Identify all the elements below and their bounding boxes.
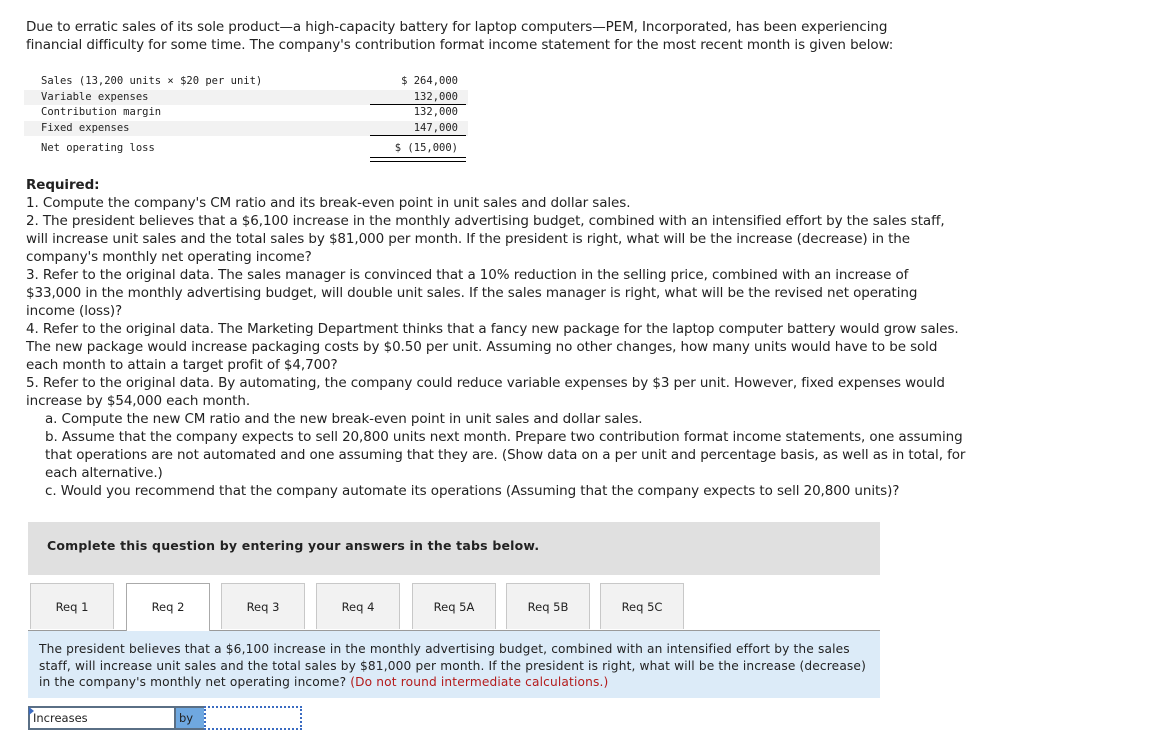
statement-row-contribution-margin: Contribution margin 132,000 xyxy=(24,105,468,121)
tab-req-2[interactable]: Req 2 xyxy=(126,583,210,631)
instructions-text: Complete this question by entering your … xyxy=(47,538,540,553)
question-panel: The president believes that a $6,100 inc… xyxy=(28,630,880,698)
tab-req-4[interactable]: Req 4 xyxy=(316,583,400,629)
statement-row-variable-expenses: Variable expenses 132,000 xyxy=(24,89,468,105)
direction-value: Increases xyxy=(33,711,88,725)
income-statement: Sales (13,200 units × $20 per unit) $ 26… xyxy=(24,74,468,162)
required-item-5: 5. Refer to the original data. By automa… xyxy=(26,375,945,409)
tab-req-5a[interactable]: Req 5A xyxy=(412,583,496,629)
required-item-2: 2. The president believes that a $6,100 … xyxy=(26,213,945,265)
question-text: The president believes that a $6,100 inc… xyxy=(39,641,874,691)
problem-intro: Due to erratic sales of its sole product… xyxy=(26,19,894,53)
required-item-1: 1. Compute the company's CM ratio and it… xyxy=(26,195,631,211)
tab-req-5c[interactable]: Req 5C xyxy=(600,583,684,629)
row-label: Contribution margin xyxy=(41,106,162,118)
statement-row-sales: Sales (13,200 units × $20 per unit) $ 26… xyxy=(24,74,468,90)
total-double-rule xyxy=(370,157,466,162)
required-title: Required: xyxy=(26,177,100,193)
row-label: Variable expenses xyxy=(41,90,149,103)
dropdown-indicator-icon xyxy=(29,707,34,715)
amount-input[interactable] xyxy=(204,706,302,730)
row-amount: $ (15,000) xyxy=(394,142,458,154)
required-item-3: 3. Refer to the original data. The sales… xyxy=(26,267,918,319)
row-amount: 147,000 xyxy=(413,121,458,134)
tab-req-1[interactable]: Req 1 xyxy=(30,583,114,629)
required-item-5b: b. Assume that the company expects to se… xyxy=(45,429,966,481)
row-label: Sales (13,200 units × $20 per unit) xyxy=(41,75,263,87)
row-label: Fixed expenses xyxy=(41,121,130,134)
row-amount: 132,000 xyxy=(413,90,458,103)
tab-req-3[interactable]: Req 3 xyxy=(221,583,305,629)
tab-req-5b[interactable]: Req 5B xyxy=(506,583,590,629)
statement-row-net-operating-loss: Net operating loss $ (15,000) xyxy=(24,138,468,162)
required-item-5c: c. Would you recommend that the company … xyxy=(45,483,900,499)
direction-dropdown[interactable]: Increases xyxy=(28,706,176,730)
rounding-note: (Do not round intermediate calculations.… xyxy=(350,675,609,689)
required-item-4: 4. Refer to the original data. The Marke… xyxy=(26,321,959,373)
required-section: Required: 1. Compute the company's CM ra… xyxy=(26,176,966,500)
subtotal-rule xyxy=(370,135,466,136)
by-label: by xyxy=(176,706,204,730)
row-label: Net operating loss xyxy=(41,142,155,154)
row-amount: $ 264,000 xyxy=(401,75,458,87)
statement-row-fixed-expenses: Fixed expenses 147,000 xyxy=(24,120,468,136)
required-item-5a: a. Compute the new CM ratio and the new … xyxy=(45,411,643,427)
instructions-banner: Complete this question by entering your … xyxy=(28,522,880,575)
row-amount: 132,000 xyxy=(413,106,458,118)
